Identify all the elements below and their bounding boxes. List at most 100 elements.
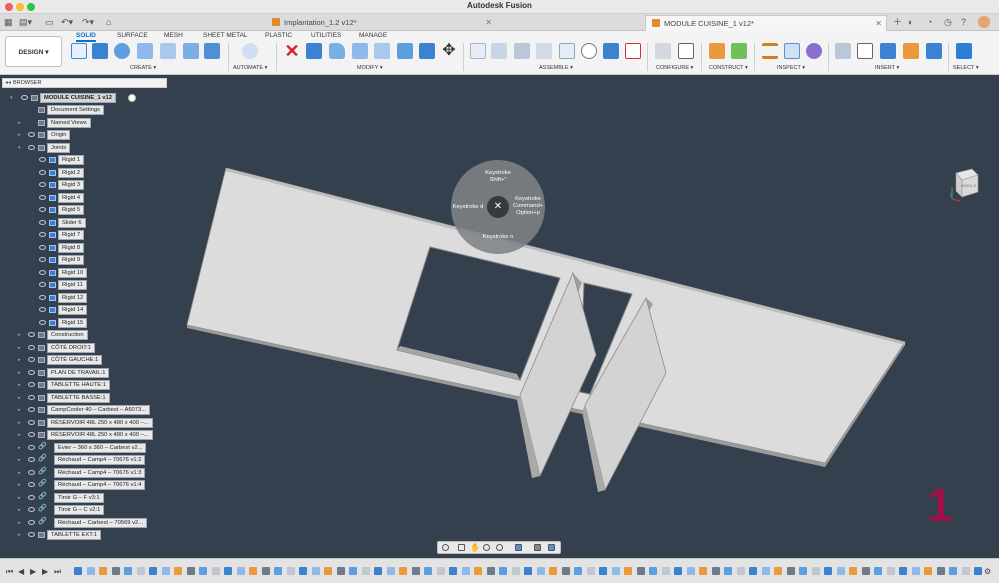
expand-arrow-icon[interactable]: ▾ [10, 93, 13, 103]
visibility-eye-icon[interactable] [39, 319, 46, 325]
browser-item[interactable]: ▸ PLAN DE TRAVAIL:1 [0, 367, 170, 378]
browser-item[interactable]: Rigid 4 [0, 192, 170, 203]
first-step-icon[interactable]: ⏮ [6, 567, 13, 577]
timeline-feature-icon[interactable] [211, 567, 220, 575]
expand-arrow-icon[interactable]: ▸ [18, 493, 21, 503]
press-pull-icon[interactable] [306, 43, 322, 59]
timeline-feature-icon[interactable] [449, 567, 457, 575]
timeline-feature-icon[interactable] [411, 567, 420, 575]
visibility-eye-icon[interactable] [28, 394, 35, 400]
browser-item[interactable]: ▸ Construction [0, 330, 170, 340]
timeline-feature-icon[interactable] [924, 567, 932, 575]
expand-arrow-icon[interactable]: ▸ [18, 330, 21, 340]
browser-item[interactable]: ▸ Origin [0, 130, 170, 140]
visibility-eye-icon[interactable] [28, 507, 35, 512]
group-select[interactable]: SELECT ▾ [953, 65, 979, 71]
look-at-icon[interactable] [458, 544, 465, 551]
visibility-eye-icon[interactable] [39, 282, 46, 287]
timeline-feature-icon[interactable] [361, 567, 370, 575]
rigid-group-icon[interactable] [559, 43, 575, 59]
insert-svg-icon[interactable] [903, 43, 919, 59]
midplane-icon[interactable] [731, 43, 747, 59]
timeline-feature-icon[interactable] [724, 567, 732, 575]
group-automate[interactable]: AUTOMATE ▾ [233, 65, 267, 71]
timeline-feature-icon[interactable] [124, 567, 132, 575]
timeline-feature-icon[interactable] [649, 567, 657, 575]
group-create[interactable]: CREATE ▾ [130, 65, 156, 71]
measure-icon[interactable] [762, 43, 778, 59]
browser-item[interactable]: Rigid 12 [0, 292, 170, 303]
delete-icon[interactable]: ✕ [284, 42, 300, 60]
browser-item[interactable]: Rigid 5 [0, 205, 170, 215]
timeline-feature-icon[interactable] [149, 567, 157, 575]
tab-utilities[interactable]: UTILITIES [311, 32, 341, 39]
browser-item[interactable]: ▸ RÉSERVOIR 48L 250 x 480 x 400 –... [0, 417, 170, 428]
close-tab-icon[interactable]: ✕ [875, 16, 882, 32]
expand-arrow-icon[interactable]: ▸ [18, 380, 21, 390]
timeline-feature-icon[interactable] [261, 567, 270, 575]
offset-plane-icon[interactable] [709, 43, 725, 59]
visibility-eye-icon[interactable] [28, 344, 35, 350]
timeline-feature-icon[interactable] [99, 567, 107, 575]
select-icon[interactable] [956, 43, 972, 59]
expand-arrow-icon[interactable]: ▸ [18, 455, 21, 465]
group-inspect[interactable]: INSPECT ▾ [777, 65, 805, 71]
visibility-eye-icon[interactable] [39, 182, 46, 187]
timeline-feature-icon[interactable] [874, 567, 882, 575]
browser-item[interactable]: ▸ 🔗 Réchaud – Carbest – 70569 v2... [0, 517, 170, 528]
visibility-eye-icon[interactable] [39, 307, 46, 312]
tab-implantation[interactable]: Implantation_1.2 v12* ✕ [266, 15, 496, 31]
group-assemble[interactable]: ASSEMBLE ▾ [539, 65, 573, 71]
timeline-feature-icon[interactable] [549, 567, 557, 575]
browser-item[interactable]: ▸ TABLETTE BASSE:1 [0, 392, 170, 403]
timeline-feature-icon[interactable] [336, 567, 345, 575]
timeline-feature-icon[interactable] [111, 567, 120, 575]
last-step-icon[interactable]: ⏭ [54, 567, 61, 577]
browser-item[interactable]: Document Settings [0, 105, 170, 115]
group-insert[interactable]: INSERT ▾ [875, 65, 899, 71]
browser-item[interactable]: Rigid 7 [0, 230, 170, 240]
timeline-feature-icon[interactable] [536, 567, 545, 575]
timeline-feature-icon[interactable] [624, 567, 632, 575]
next-step-icon[interactable]: ▶ [42, 567, 48, 576]
shell-icon[interactable] [374, 43, 390, 59]
timeline-feature-icon[interactable] [424, 567, 432, 575]
timeline-feature-icon[interactable] [686, 567, 695, 575]
visibility-eye-icon[interactable] [28, 532, 35, 537]
box-icon[interactable] [204, 43, 220, 59]
timeline-feature-icon[interactable] [561, 567, 570, 575]
new-tab-icon[interactable]: ＋ [893, 16, 902, 29]
browser-item[interactable]: ▸ CÔTÉ GAUCHE:1 [0, 355, 170, 365]
expand-arrow-icon[interactable]: ▸ [18, 118, 21, 128]
job-status-icon[interactable]: ◔ [927, 16, 932, 29]
timeline-feature-icon[interactable] [374, 567, 382, 575]
table-icon[interactable] [678, 43, 694, 59]
close-tab-icon[interactable]: ✕ [485, 15, 492, 31]
mirror-icon[interactable] [183, 43, 199, 59]
browser-item[interactable]: Rigid 8 [0, 242, 170, 253]
browser-item[interactable]: Rigid 3 [0, 180, 170, 190]
timeline-feature-icon[interactable] [299, 567, 307, 575]
visibility-eye-icon[interactable] [28, 132, 35, 137]
joint-origin-icon[interactable] [536, 43, 552, 59]
timeline-feature-icon[interactable] [736, 567, 745, 575]
visibility-eye-icon[interactable] [28, 457, 35, 462]
timeline-feature-icon[interactable] [199, 567, 207, 575]
visibility-eye-icon[interactable] [28, 432, 35, 437]
timeline-feature-icon[interactable] [599, 567, 607, 575]
timeline-feature-icon[interactable] [311, 567, 320, 575]
visibility-eye-icon[interactable] [39, 207, 46, 212]
visibility-eye-icon[interactable] [28, 382, 35, 387]
display-settings-icon[interactable] [515, 544, 522, 551]
tab-solid[interactable]: SOLID [76, 32, 96, 42]
timeline-feature-icon[interactable] [86, 567, 95, 575]
browser-item[interactable]: ▸ CampCooler 40 – Carbest – A6073... [0, 405, 170, 415]
contact-sets-icon[interactable] [625, 43, 641, 59]
timeline-feature-icon[interactable] [349, 567, 357, 575]
browser-item[interactable]: Rigid 2 [0, 167, 170, 178]
timeline-feature-icon[interactable] [836, 567, 845, 575]
redo-icon[interactable]: ↷▾ [82, 16, 94, 29]
expand-arrow-icon[interactable]: ▸ [18, 480, 21, 490]
expand-arrow-icon[interactable]: ▸ [18, 130, 21, 140]
timeline-feature-icon[interactable] [861, 567, 870, 575]
